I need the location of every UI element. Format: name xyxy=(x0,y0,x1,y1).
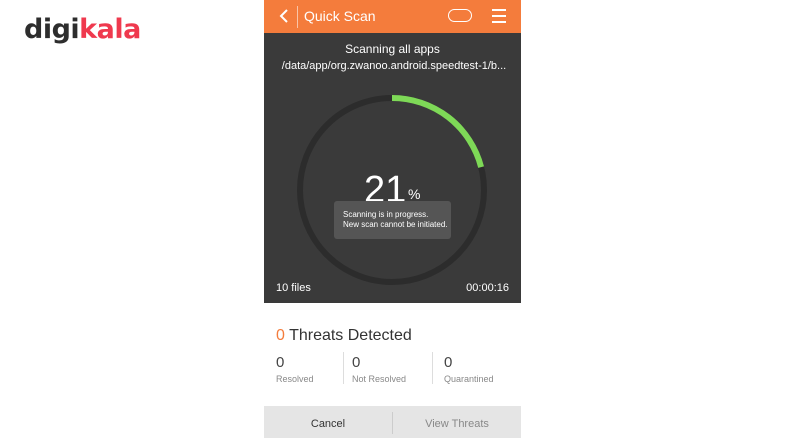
app-title: Quick Scan xyxy=(304,8,376,24)
stat-value: 0 xyxy=(352,354,361,371)
files-count: 10 files xyxy=(276,282,311,294)
stat-resolved: 0 Resolved xyxy=(276,354,314,384)
view-threats-button[interactable]: View Threats xyxy=(393,406,521,438)
toast-line-1: Scanning is in progress. xyxy=(343,210,429,219)
stat-label: Resolved xyxy=(276,374,314,384)
stat-label: Quarantined xyxy=(444,374,494,384)
threats-label: Threats Detected xyxy=(289,327,412,344)
progress-percent-sign: % xyxy=(408,186,421,202)
button-bar: Cancel View Threats xyxy=(264,406,521,438)
toast-line-2: New scan cannot be initiated. xyxy=(343,220,448,229)
stat-divider xyxy=(343,352,344,384)
toast-message: Scanning is in progress. New scan cannot… xyxy=(334,201,451,239)
scan-panel: Scanning all apps /data/app/org.zwanoo.a… xyxy=(264,33,521,303)
logo-part-digi: digi xyxy=(24,14,80,45)
logo-part-kala: kala xyxy=(79,14,141,45)
phone-screen: Quick Scan Scanning all apps /data/app/o… xyxy=(264,0,521,438)
threats-count: 0 xyxy=(276,327,285,344)
progress-ring xyxy=(297,95,487,285)
stat-value: 0 xyxy=(276,354,285,371)
toggle-icon[interactable] xyxy=(448,9,472,22)
stat-divider xyxy=(432,352,433,384)
appbar-divider xyxy=(297,6,298,28)
elapsed-time: 00:00:16 xyxy=(466,282,509,294)
stat-label: Not Resolved xyxy=(352,374,407,384)
digikala-logo: digikala xyxy=(24,14,141,45)
stat-quarantined: 0 Quarantined xyxy=(444,354,494,384)
stat-value: 0 xyxy=(444,354,453,371)
progress-arc xyxy=(391,95,485,168)
menu-icon[interactable] xyxy=(492,9,506,23)
back-arrow-icon[interactable] xyxy=(276,8,292,24)
threats-detected: 0 Threats Detected xyxy=(276,327,412,345)
cancel-button[interactable]: Cancel xyxy=(264,406,392,438)
app-bar: Quick Scan xyxy=(264,0,521,33)
stat-not-resolved: 0 Not Resolved xyxy=(352,354,406,384)
